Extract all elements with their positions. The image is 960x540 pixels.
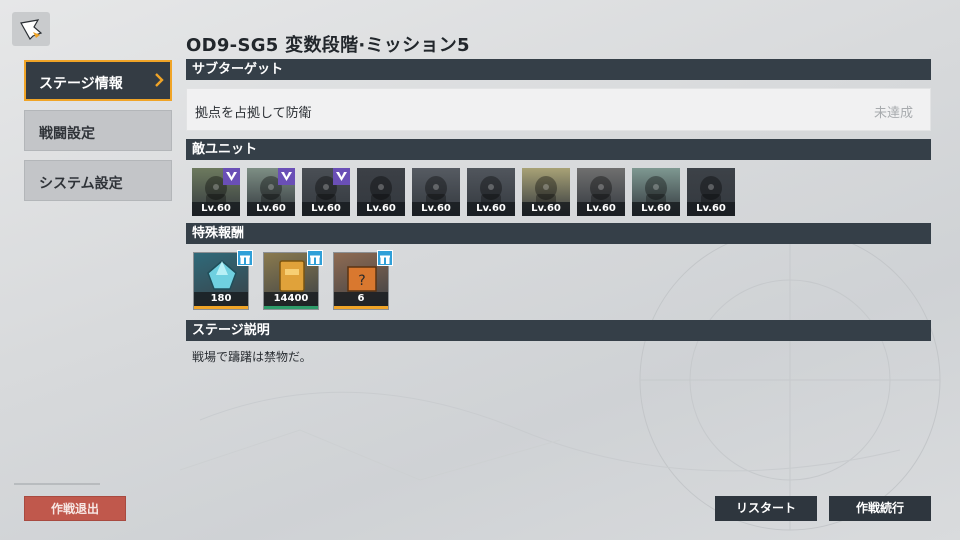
enemy-level: Lv.60 bbox=[412, 202, 460, 216]
reward-list: 180 14400? 6 bbox=[193, 250, 393, 310]
enemy-unit-tile[interactable]: Lv.60 bbox=[412, 168, 460, 216]
rarity-bar bbox=[264, 306, 318, 309]
reward-amount: 180 bbox=[194, 292, 248, 306]
sub-target-header: サブターゲット bbox=[186, 59, 931, 80]
reward-item-tile[interactable]: ? 6 bbox=[333, 250, 393, 310]
stage-description-text: 戦場で躊躇は禁物だ。 bbox=[192, 350, 312, 364]
elite-badge-icon bbox=[278, 168, 295, 185]
objective-row: 拠点を占拠して防衛 未達成 bbox=[186, 88, 931, 131]
rarity-bar bbox=[194, 306, 248, 309]
enemy-level: Lv.60 bbox=[687, 202, 735, 216]
enemy-list: Lv.60 Lv.60 Lv.60 Lv.60 Lv.60 Lv.60 Lv.60 Lv.60… bbox=[192, 168, 735, 216]
gift-badge-icon bbox=[237, 250, 253, 266]
page-title: OD9-SG5 変数段階·ミッション5 bbox=[186, 35, 470, 56]
enemy-unit-tile[interactable]: Lv.60 bbox=[357, 168, 405, 216]
sidebar-item-label: ステージ情報 bbox=[39, 76, 123, 92]
chevron-right-icon bbox=[155, 73, 164, 87]
enemy-level: Lv.60 bbox=[357, 202, 405, 216]
continue-button[interactable]: 作戦続行 bbox=[829, 496, 931, 521]
enemy-unit-tile[interactable]: Lv.60 bbox=[522, 168, 570, 216]
special-rewards-header: 特殊報酬 bbox=[186, 223, 931, 244]
gift-badge-icon bbox=[377, 250, 393, 266]
enemy-level: Lv.60 bbox=[577, 202, 625, 216]
sidebar-item-stage-info[interactable]: ステージ情報 bbox=[24, 60, 172, 101]
enemy-level: Lv.60 bbox=[522, 202, 570, 216]
objective-text: 拠点を占拠して防衛 bbox=[195, 106, 312, 121]
retreat-button[interactable]: 作戦退出 bbox=[24, 496, 126, 521]
enemy-unit-tile[interactable]: Lv.60 bbox=[577, 168, 625, 216]
elite-badge-icon bbox=[333, 168, 350, 185]
stage-description-header: ステージ説明 bbox=[186, 320, 931, 341]
gift-badge-icon bbox=[307, 250, 323, 266]
enemy-level: Lv.60 bbox=[467, 202, 515, 216]
reward-item-tile[interactable]: 180 bbox=[193, 250, 253, 310]
restart-button[interactable]: リスタート bbox=[715, 496, 817, 521]
enemy-unit-tile[interactable]: Lv.60 bbox=[302, 168, 350, 216]
sidebar: ステージ情報 戦闘設定 システム設定 bbox=[24, 60, 172, 210]
enemy-unit-tile[interactable]: Lv.60 bbox=[192, 168, 240, 216]
enemy-units-header: 敵ユニット bbox=[186, 139, 931, 160]
enemy-unit-tile[interactable]: Lv.60 bbox=[247, 168, 295, 216]
elite-badge-icon bbox=[223, 168, 240, 185]
enemy-unit-tile[interactable]: Lv.60 bbox=[687, 168, 735, 216]
sidebar-item-battle-settings[interactable]: 戦闘設定 bbox=[24, 110, 172, 151]
enemy-level: Lv.60 bbox=[302, 202, 350, 216]
enemy-unit-tile[interactable]: Lv.60 bbox=[632, 168, 680, 216]
svg-text:?: ? bbox=[358, 273, 365, 289]
enemy-unit-tile[interactable]: Lv.60 bbox=[467, 168, 515, 216]
rarity-bar bbox=[334, 306, 388, 309]
enemy-level: Lv.60 bbox=[192, 202, 240, 216]
back-button[interactable] bbox=[12, 12, 50, 46]
sidebar-item-label: 戦闘設定 bbox=[39, 126, 95, 142]
reward-amount: 6 bbox=[334, 292, 388, 306]
sidebar-item-label: システム設定 bbox=[39, 176, 123, 192]
reward-item-tile[interactable]: 14400 bbox=[263, 250, 323, 310]
enemy-level: Lv.60 bbox=[632, 202, 680, 216]
sidebar-item-system-settings[interactable]: システム設定 bbox=[24, 160, 172, 201]
objective-status: 未達成 bbox=[873, 106, 913, 121]
enemy-level: Lv.60 bbox=[247, 202, 295, 216]
back-arrow-icon bbox=[20, 19, 43, 40]
reward-amount: 14400 bbox=[264, 292, 318, 306]
